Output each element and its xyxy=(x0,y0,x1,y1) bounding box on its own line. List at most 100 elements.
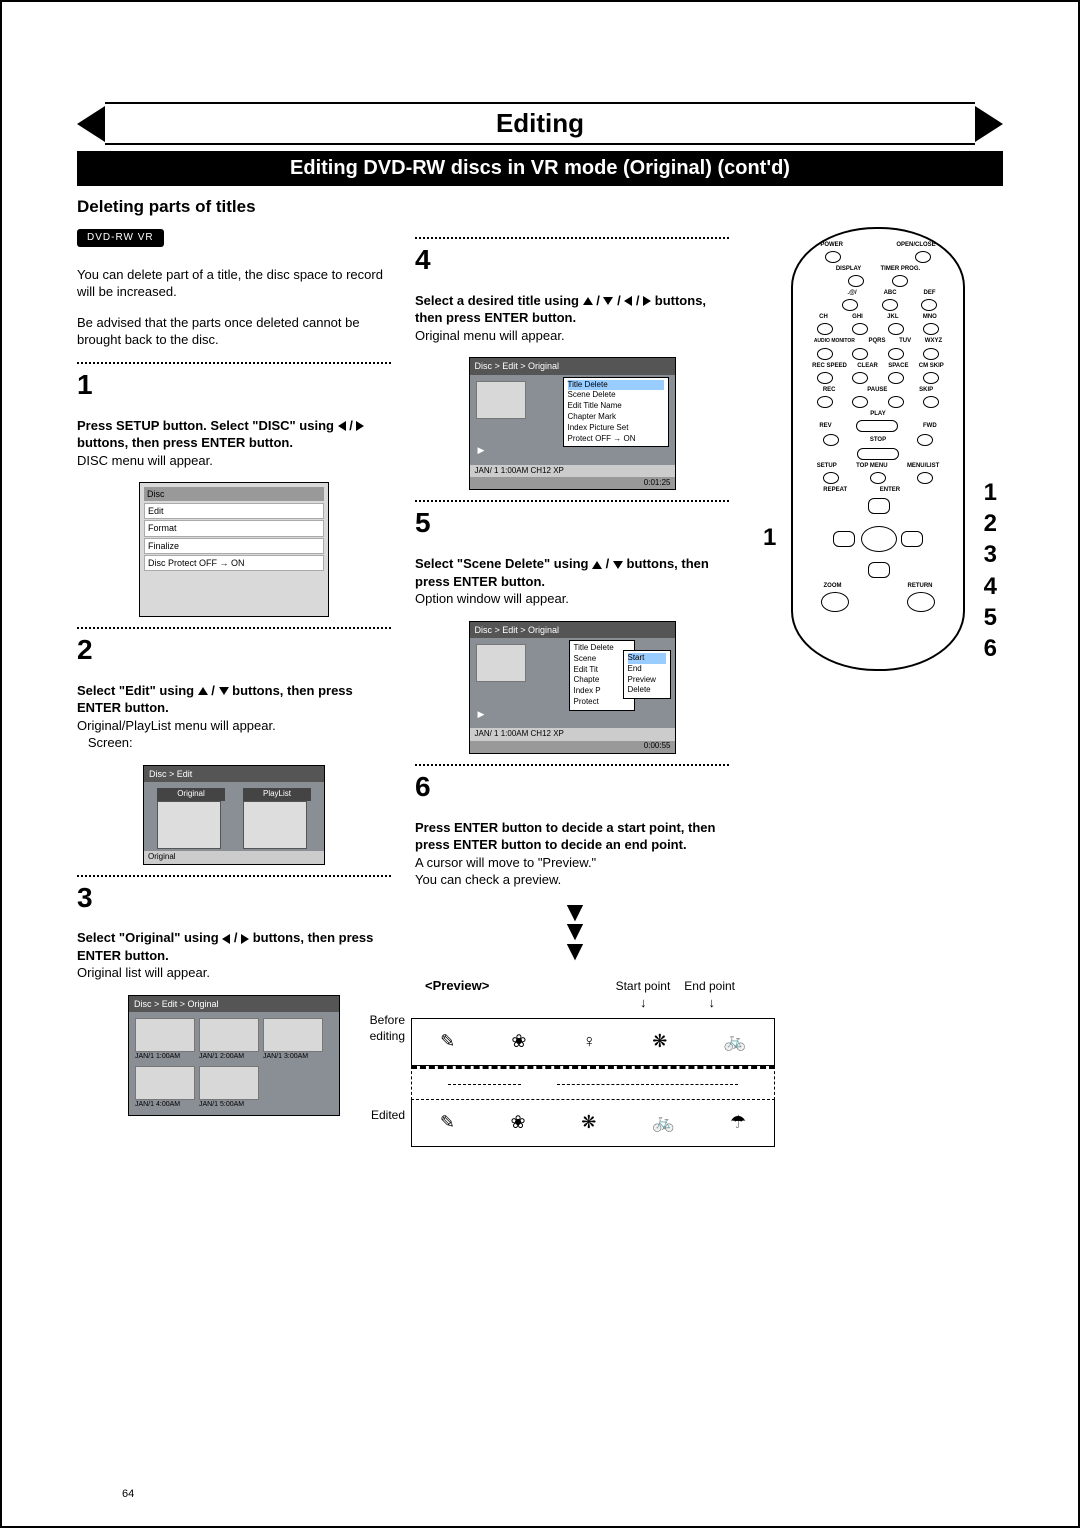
original-tile-label: Original xyxy=(157,788,225,801)
dpad-right-icon xyxy=(901,531,923,547)
section-heading: Deleting parts of titles xyxy=(77,196,1003,219)
zoom-button-icon xyxy=(821,592,849,612)
popup-item: Start xyxy=(628,653,666,664)
key-label: REC SPEED xyxy=(812,362,847,370)
subtitle-bar: Editing DVD-RW discs in VR mode (Origina… xyxy=(77,151,1003,186)
key-label: .@/ xyxy=(847,289,856,297)
thumb-icon xyxy=(199,1018,259,1052)
thumb-label: JAN/1 1:00AM xyxy=(135,1052,195,1061)
step5-instruction: Select "Scene Delete" using / buttons, t… xyxy=(415,556,709,589)
step-number-6: 6 xyxy=(415,768,729,806)
popup-item: Scene xyxy=(574,654,630,665)
remote-label-display: DISPLAY xyxy=(836,265,861,273)
dpad-up-icon xyxy=(868,498,890,514)
right-arrow-icon xyxy=(356,421,364,431)
key-label: MENU/LIST xyxy=(907,462,939,470)
popup-item: Edit Title Name xyxy=(568,401,664,412)
screen-label: Screen: xyxy=(88,735,133,750)
key-6-icon xyxy=(923,323,939,335)
frame-icon: ❀ xyxy=(511,1110,526,1134)
key-label: SPACE xyxy=(888,362,908,370)
step2-instruction: Select "Edit" using / buttons, then pres… xyxy=(77,683,353,716)
key-label: TOP MENU xyxy=(856,462,887,470)
playlist-footer: Original xyxy=(144,851,324,864)
down-arrow-icon xyxy=(219,687,229,695)
step1-result: DISC menu will appear. xyxy=(77,453,213,468)
frame-icon: ✎ xyxy=(440,1029,455,1053)
frame-icon: ❀ xyxy=(511,1029,526,1053)
key-label: SKIP xyxy=(919,386,933,394)
key-label: ENTER xyxy=(880,486,900,494)
title-popup-menu: Title Delete Scene Delete Edit Title Nam… xyxy=(563,377,669,448)
down-arrow-icon xyxy=(603,297,613,305)
banner-arrow-right-icon xyxy=(975,106,1003,142)
popup-item: Title Delete xyxy=(574,643,630,654)
film-row-gap xyxy=(411,1066,775,1100)
down-arrow-icon xyxy=(613,561,623,569)
thumb-label: JAN/1 3:00AM xyxy=(263,1052,323,1061)
frame-icon: ♀ xyxy=(583,1029,597,1053)
dpad-down-icon xyxy=(868,562,890,578)
key-label: AUDIO MONITOR xyxy=(814,338,855,345)
edited-label: Edited xyxy=(345,1107,411,1147)
popup-item: Chapter Mark xyxy=(568,412,664,423)
key-2-icon xyxy=(882,299,898,311)
dotted-rule xyxy=(77,362,391,364)
title-popup-screen: Disc > Edit > Original Title Delete Scen… xyxy=(469,357,676,490)
frame-icon: ❋ xyxy=(581,1110,596,1134)
popup-item: Protect OFF → ON xyxy=(568,434,664,445)
key-label: CM SKIP xyxy=(919,362,944,370)
step5-result: Option window will appear. xyxy=(415,591,569,606)
breadcrumb: Disc > Edit > Original xyxy=(129,996,339,1012)
remote-button-icon xyxy=(848,275,864,287)
preview-diagram: <Preview> Start point End point ↓↓ Befor… xyxy=(345,977,775,1147)
step4-result: Original menu will appear. xyxy=(415,328,565,343)
end-point-label: End point xyxy=(684,978,735,994)
key-label: ZOOM xyxy=(824,582,842,590)
playlist-screen: Disc > Edit Original PlayList Original xyxy=(143,765,325,865)
disc-menu-item: Edit xyxy=(144,503,324,519)
intro-paragraph-1: You can delete part of a title, the disc… xyxy=(77,266,391,301)
callout-num: 5 xyxy=(984,602,997,633)
key-label: GHI xyxy=(852,313,863,321)
key-label: REC xyxy=(823,386,836,394)
popup-item: Edit Tit xyxy=(574,665,630,676)
key-label: SETUP xyxy=(817,462,837,470)
key-9-icon xyxy=(923,348,939,360)
play-button-icon xyxy=(856,420,898,432)
thumb-icon xyxy=(476,644,526,682)
step-number-5: 5 xyxy=(415,504,729,542)
key-label: WXYZ xyxy=(925,337,942,345)
dotted-rule xyxy=(77,627,391,629)
rev-button-icon xyxy=(823,434,839,446)
popup-item: Title Delete xyxy=(568,380,664,391)
fwd-button-icon xyxy=(917,434,933,446)
key-label: CLEAR xyxy=(857,362,878,370)
popup-item: Delete xyxy=(628,685,666,696)
stop-button-icon xyxy=(857,448,899,460)
key-label: STOP xyxy=(870,436,886,444)
left-arrow-icon xyxy=(222,934,230,944)
frame-icon: ❋ xyxy=(652,1029,667,1053)
before-editing-label: Before editing xyxy=(345,1012,411,1044)
left-arrow-icon xyxy=(338,421,346,431)
start-point-label: Start point xyxy=(616,978,671,994)
film-row-after: ✎ ❀ ❋ 🚲 ☂ xyxy=(411,1100,775,1147)
skip-next-icon xyxy=(923,396,939,408)
key-4-icon xyxy=(852,323,868,335)
recording-info: JAN/ 1 1:00AM CH12 XP xyxy=(475,466,564,477)
popup-item: Index Picture Set xyxy=(568,423,664,434)
key-7-icon xyxy=(852,348,868,360)
step3-result: Original list will appear. xyxy=(77,965,210,980)
ch-up-icon xyxy=(817,323,833,335)
right-arrow-icon xyxy=(241,934,249,944)
key-label: RETURN xyxy=(908,582,933,590)
thumb-icon xyxy=(135,1066,195,1100)
callout-num: 1 xyxy=(984,477,997,508)
right-popup-menu: Start End Preview Delete xyxy=(623,650,671,699)
callout-num: 4 xyxy=(984,571,997,602)
topmenu-button-icon xyxy=(870,472,886,484)
disc-menu-item: Format xyxy=(144,520,324,536)
page-number: 64 xyxy=(122,1487,134,1502)
disc-menu-screenshot: Disc Edit Format Finalize Disc Protect O… xyxy=(139,482,329,617)
